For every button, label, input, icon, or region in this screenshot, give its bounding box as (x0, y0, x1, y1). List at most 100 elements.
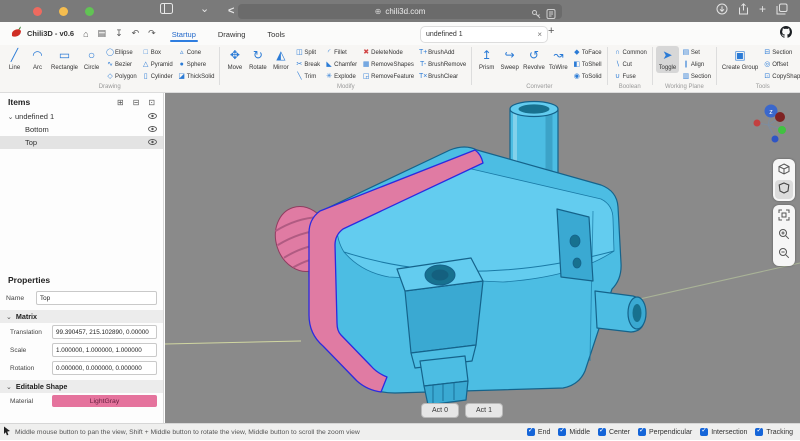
address-bar[interactable]: ⊕ chili3d.com (238, 4, 562, 19)
thicksolid-button[interactable]: ◪ThickSolid (177, 71, 215, 83)
common-button[interactable]: ∩Common (613, 47, 647, 59)
section-button[interactable]: ▥Section (681, 71, 711, 83)
align-button[interactable]: ∥Align (681, 59, 711, 71)
split-button[interactable]: ◫Split (294, 47, 320, 59)
revolve-button[interactable]: ↺Revolve (521, 46, 547, 73)
perpendicular-checkbox[interactable] (638, 428, 646, 436)
tracking-checkbox[interactable] (755, 428, 763, 436)
tab-drawing[interactable]: Drawing (216, 26, 248, 42)
arc-button[interactable]: ◠Arc (26, 46, 49, 73)
tab-overview-icon[interactable] (776, 3, 788, 15)
brushclear-button[interactable]: T×BrushClear (418, 71, 466, 83)
polygon-button[interactable]: ◇Polygon (105, 71, 137, 83)
tree-item-top[interactable]: Top (0, 136, 163, 149)
tree-item-undefined-1[interactable]: ⌄undefined 1 (0, 110, 163, 123)
wireframe-view-button[interactable] (775, 161, 793, 180)
gizmo-axis-dot[interactable] (775, 112, 785, 122)
fuse-button[interactable]: ∪Fuse (613, 71, 647, 83)
offset-button[interactable]: ◎Offset (762, 59, 800, 71)
fit-view-button[interactable] (775, 207, 793, 226)
share-icon[interactable] (738, 3, 749, 15)
close-icon[interactable]: × (537, 30, 542, 39)
toggle-button[interactable]: ➤Toggle (656, 46, 679, 73)
scale-field[interactable] (52, 343, 157, 357)
zoom-out-button[interactable] (775, 245, 793, 264)
view-gizmo[interactable]: z (754, 105, 787, 143)
toshell-button[interactable]: ◧ToShell (572, 59, 602, 71)
fillet-button[interactable]: ◜Fillet (324, 47, 357, 59)
undo-icon[interactable]: ↶ (132, 28, 140, 39)
center-checkbox[interactable] (598, 428, 606, 436)
mirror-button[interactable]: ◭Mirror (269, 46, 292, 73)
new-tab-icon[interactable]: + (759, 3, 766, 15)
line-button[interactable]: ╱Line (3, 46, 26, 73)
set-button[interactable]: ▤Set (681, 47, 711, 59)
github-icon[interactable] (780, 25, 792, 43)
move-button[interactable]: ✥Move (223, 46, 246, 73)
shaded-view-button[interactable] (775, 180, 793, 199)
material-button[interactable]: LightGray (52, 395, 157, 407)
act-0-button[interactable]: Act 0 (421, 403, 459, 418)
deletenode-button[interactable]: ✖DeleteNode (361, 47, 414, 59)
section-button[interactable]: ⊟Section (762, 47, 800, 59)
pyramid-button[interactable]: △Pyramid (141, 59, 173, 71)
password-icon[interactable] (531, 6, 541, 24)
chamfer-button[interactable]: ◣Chamfer (324, 59, 357, 71)
tab-startup[interactable]: Startup (170, 26, 198, 42)
reader-icon[interactable] (546, 6, 556, 24)
circle-button[interactable]: ○Circle (80, 46, 103, 73)
translation-field[interactable] (52, 325, 157, 339)
tree-item-bottom[interactable]: Bottom (0, 123, 163, 136)
model-pump-3d[interactable]: z (165, 93, 800, 423)
cone-button[interactable]: ▵Cone (177, 47, 215, 59)
sphere-button[interactable]: ●Sphere (177, 59, 215, 71)
document-tab[interactable]: undefined 1 × (420, 26, 548, 43)
middle-checkbox[interactable] (558, 428, 566, 436)
explode-button[interactable]: ✳Explode (324, 71, 357, 83)
create-group-button[interactable]: ▣Create Group (720, 46, 760, 73)
editable-shape-section-header[interactable]: ⌄ Editable Shape (0, 380, 163, 393)
ellipse-button[interactable]: ◯Ellipse (105, 47, 137, 59)
new-document-icon[interactable]: ▤ (98, 28, 107, 39)
redo-icon[interactable]: ↷ (148, 28, 156, 39)
brushremove-button[interactable]: T-BrushRemove (418, 59, 466, 71)
new-document-tab-button[interactable]: + (548, 25, 554, 37)
rotate-button[interactable]: ↻Rotate (246, 46, 269, 73)
new-group-icon[interactable]: ⊟ (133, 98, 140, 107)
break-button[interactable]: ✂Break (294, 59, 320, 71)
download-icon[interactable]: ↧ (115, 28, 123, 39)
tab-tools[interactable]: Tools (265, 26, 287, 42)
expand-all-icon[interactable]: ⊡ (148, 98, 155, 107)
rectangle-button[interactable]: ▭Rectangle (49, 46, 80, 73)
home-icon[interactable]: ⌂ (83, 29, 88, 39)
visibility-eye-icon[interactable] (148, 138, 157, 147)
intersection-checkbox[interactable] (700, 428, 708, 436)
visibility-eye-icon[interactable] (148, 125, 157, 134)
gizmo-axis-dot[interactable] (772, 136, 779, 143)
close-window-button[interactable] (33, 7, 42, 16)
chevron-down-icon[interactable]: ⌄ (6, 113, 15, 121)
chevron-down-icon[interactable]: ⌄ (200, 1, 209, 17)
back-icon[interactable]: < (228, 3, 234, 19)
cylinder-button[interactable]: ▯Cylinder (141, 71, 173, 83)
towire-button[interactable]: ↝ToWire (547, 46, 570, 73)
trim-button[interactable]: ╲Trim (294, 71, 320, 83)
matrix-section-header[interactable]: ⌄ Matrix (0, 310, 163, 323)
removeshapes-button[interactable]: ▦RemoveShapes (361, 59, 414, 71)
box-button[interactable]: □Box (141, 47, 173, 59)
toface-button[interactable]: ◆ToFace (572, 47, 602, 59)
visibility-eye-icon[interactable] (148, 112, 157, 121)
prism-button[interactable]: ↥Prism (475, 46, 498, 73)
minimize-window-button[interactable] (59, 7, 68, 16)
end-checkbox[interactable] (527, 428, 535, 436)
bezier-button[interactable]: ∿Bezier (105, 59, 137, 71)
copyshape-button[interactable]: ⊡CopyShape (762, 71, 800, 83)
name-field[interactable] (36, 291, 157, 305)
gizmo-axis-dot[interactable] (754, 120, 761, 127)
act-1-button[interactable]: Act 1 (465, 403, 503, 418)
viewport-3d[interactable]: z Act 0 Act 1 (165, 93, 800, 423)
sidebar-icon[interactable] (160, 3, 173, 19)
rotation-field[interactable] (52, 361, 157, 375)
brushadd-button[interactable]: T+BrushAdd (418, 47, 466, 59)
new-folder-icon[interactable]: ⊞ (117, 98, 124, 107)
